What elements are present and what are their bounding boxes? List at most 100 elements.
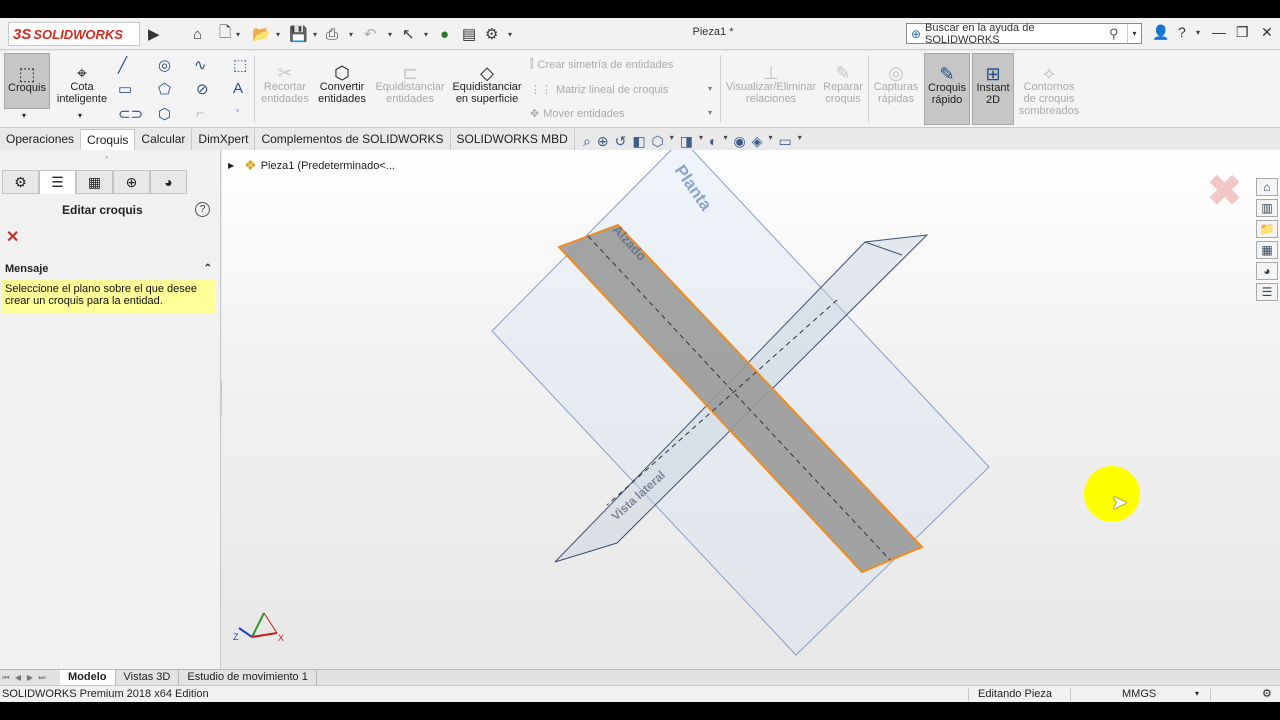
tab-croquis[interactable]: Croquis: [81, 129, 136, 150]
print-icon[interactable]: ⎙: [326, 24, 338, 44]
file-explorer-icon[interactable]: 📁: [1256, 220, 1278, 238]
help-icon[interactable]: ?: [195, 202, 210, 217]
instant-2d-button[interactable]: ⊞ Instant 2D: [972, 53, 1014, 125]
rapid-sketch-button[interactable]: ✎ Croquis rápido: [924, 53, 970, 125]
rebuild-icon[interactable]: ●: [440, 24, 449, 44]
graphics-viewport[interactable]: Planta Alzado Vista lateral Z X ▶ ❖ Piez…: [222, 150, 1280, 669]
appearances-icon[interactable]: ◕: [1256, 262, 1278, 280]
search-icon[interactable]: ⚲: [1109, 26, 1127, 42]
property-manager-panel: ∘ ⚙ ☰ ▦ ⊕ ◕ Editar croquis ? ✕ Mensaje ⌃…: [0, 150, 221, 669]
bottom-tab-estudio-de-movimiento-1[interactable]: Estudio de movimiento 1: [179, 670, 317, 685]
croquis-dropdown-icon[interactable]: ▾: [22, 111, 26, 120]
last-tab-arrow-icon[interactable]: ⏭: [36, 670, 48, 685]
message-section-header[interactable]: Mensaje ⌃: [0, 260, 218, 278]
save-dropdown-icon[interactable]: ▾: [313, 24, 317, 44]
pattern-dropdown-icon[interactable]: ▾: [708, 84, 712, 93]
open-folder-icon[interactable]: 📂: [252, 24, 271, 44]
ellipse-tool-icon[interactable]: ⊘: [196, 80, 209, 98]
search-dropdown-icon[interactable]: ▾: [1127, 24, 1141, 43]
next-tab-arrow-icon[interactable]: ▶: [24, 670, 36, 685]
ribbon-separator: [720, 55, 721, 123]
restore-icon[interactable]: ❐: [1236, 24, 1249, 41]
expand-arrow-icon[interactable]: ▶: [228, 161, 234, 170]
undo-icon[interactable]: ↶: [364, 24, 377, 44]
linear-pattern-icon: ⋮⋮: [530, 84, 552, 96]
move-dropdown-icon[interactable]: ▾: [708, 108, 712, 117]
new-dropdown-icon[interactable]: ▾: [236, 24, 240, 44]
mirror-entities-button[interactable]: ⫿ Crear simetría de entidades: [530, 58, 673, 71]
circle-tool-icon[interactable]: ◎: [158, 56, 171, 74]
confirmation-corner-cancel-icon[interactable]: ✖: [1207, 166, 1242, 215]
text-tool-icon[interactable]: A: [233, 80, 243, 97]
hexagon-tool-icon[interactable]: ⬡: [158, 105, 171, 123]
cancel-x-icon[interactable]: ✕: [6, 227, 19, 247]
help-search-field[interactable]: ⊕ Buscar en la ayuda de SOLIDWORKS ⚲ ▾: [906, 21, 1142, 46]
move-entities-button[interactable]: ✥ Mover entidades: [530, 107, 625, 121]
dimxpert-manager-tab-icon[interactable]: ⊕: [113, 170, 150, 194]
home-icon[interactable]: ⌂: [193, 24, 202, 44]
quick-snaps-button[interactable]: ◎ Capturas rápidas: [872, 53, 920, 125]
line-tool-icon[interactable]: ╱: [118, 56, 127, 74]
display-relations-button[interactable]: ⊥ Visualizar/Eliminar relaciones: [724, 53, 818, 125]
feature-tree-flyout[interactable]: ▶ ❖ Pieza1 (Predeterminado<...: [228, 157, 395, 174]
open-dropdown-icon[interactable]: ▾: [276, 24, 280, 44]
new-document-icon[interactable]: 🗋: [219, 24, 231, 44]
custom-properties-icon[interactable]: ☰: [1256, 283, 1278, 301]
close-window-icon[interactable]: ✕: [1261, 24, 1273, 41]
search-placeholder: Buscar en la ayuda de SOLIDWORKS: [925, 21, 1035, 46]
resources-home-icon[interactable]: ⌂: [1256, 178, 1278, 196]
convert-icon: ⬡: [334, 63, 350, 83]
help-question-icon[interactable]: ?: [1178, 24, 1186, 40]
polygon-tool-icon[interactable]: ⬠: [158, 80, 171, 98]
tab-calcular[interactable]: Calcular: [135, 129, 193, 150]
point-tool-icon[interactable]: ▫: [236, 105, 239, 115]
file-properties-icon[interactable]: ▤: [462, 24, 476, 44]
expand-menu-icon[interactable]: ▶: [148, 24, 160, 44]
fillet-tool-icon[interactable]: ⌐: [196, 105, 205, 122]
select-pointer-icon[interactable]: ↖: [402, 24, 415, 44]
slot-tool-icon[interactable]: ⊂⊃: [118, 105, 143, 123]
user-account-icon[interactable]: 👤: [1152, 24, 1169, 41]
tab-dimxpert[interactable]: DimXpert: [192, 129, 256, 150]
shaded-contours-button[interactable]: ⟡ Contornos de croquis sombreados: [1016, 53, 1082, 125]
point-grid-icon[interactable]: ⬚: [233, 56, 247, 74]
prev-tab-arrow-icon[interactable]: ◀: [12, 670, 24, 685]
options-gear-icon[interactable]: ⚙: [485, 24, 498, 44]
display-manager-tab-icon[interactable]: ◕: [150, 170, 187, 194]
bottom-tab-vistas-3d[interactable]: Vistas 3D: [116, 670, 180, 685]
undo-dropdown-icon[interactable]: ▾: [388, 24, 392, 44]
spline-tool-icon[interactable]: ∿: [194, 56, 207, 74]
configuration-manager-tab-icon[interactable]: ▦: [76, 170, 113, 194]
select-dropdown-icon[interactable]: ▾: [424, 24, 428, 44]
customize-status-icon[interactable]: ⚙: [1262, 686, 1272, 702]
offset-entities-button[interactable]: ⊏ Equidistanciar entidades: [372, 53, 448, 125]
tab-operaciones[interactable]: Operaciones: [0, 129, 82, 150]
help-dropdown-icon[interactable]: ▾: [1196, 28, 1200, 37]
rectangle-tool-icon[interactable]: ▭: [118, 80, 132, 98]
minimize-icon[interactable]: —: [1212, 24, 1226, 40]
collapse-chevron-icon[interactable]: ⌃: [204, 260, 212, 278]
bottom-tab-modelo[interactable]: Modelo: [60, 670, 116, 685]
first-tab-arrow-icon[interactable]: ⏮: [0, 670, 12, 685]
status-units[interactable]: MMGS: [1122, 686, 1156, 702]
units-dropdown-icon[interactable]: ▾: [1195, 686, 1199, 702]
convert-entities-button[interactable]: ⬡ Convertir entidades: [314, 53, 370, 125]
solidworks-logo[interactable]: 3S SOLIDWORKS: [8, 22, 140, 46]
repair-sketch-button[interactable]: ✎ Reparar croquis: [820, 53, 866, 125]
panel-grip-icon[interactable]: ∘: [104, 153, 109, 162]
tab-complementos-de-solidworks[interactable]: Complementos de SOLIDWORKS: [255, 129, 451, 150]
feature-manager-tab-icon[interactable]: ⚙: [2, 170, 39, 194]
property-manager-tab-icon[interactable]: ☰: [39, 170, 76, 194]
reference-triad[interactable]: Z X: [233, 612, 284, 643]
options-dropdown-icon[interactable]: ▾: [508, 24, 512, 44]
dimension-dropdown-icon[interactable]: ▾: [78, 111, 82, 120]
croquis-button[interactable]: ⬚ Croquis: [4, 53, 50, 109]
design-library-icon[interactable]: ▥: [1256, 199, 1278, 217]
tab-solidworks-mbd[interactable]: SOLIDWORKS MBD: [450, 129, 575, 150]
offset-surface-button[interactable]: ◇ Equidistanciar en superficie: [450, 53, 524, 125]
save-icon[interactable]: 💾: [289, 24, 308, 44]
view-palette-icon[interactable]: ▦: [1256, 241, 1278, 259]
linear-pattern-button[interactable]: ⋮⋮ Matriz lineal de croquis: [530, 83, 669, 97]
print-dropdown-icon[interactable]: ▾: [349, 24, 353, 44]
trim-entities-button[interactable]: ✂ Recortar entidades: [258, 53, 312, 125]
